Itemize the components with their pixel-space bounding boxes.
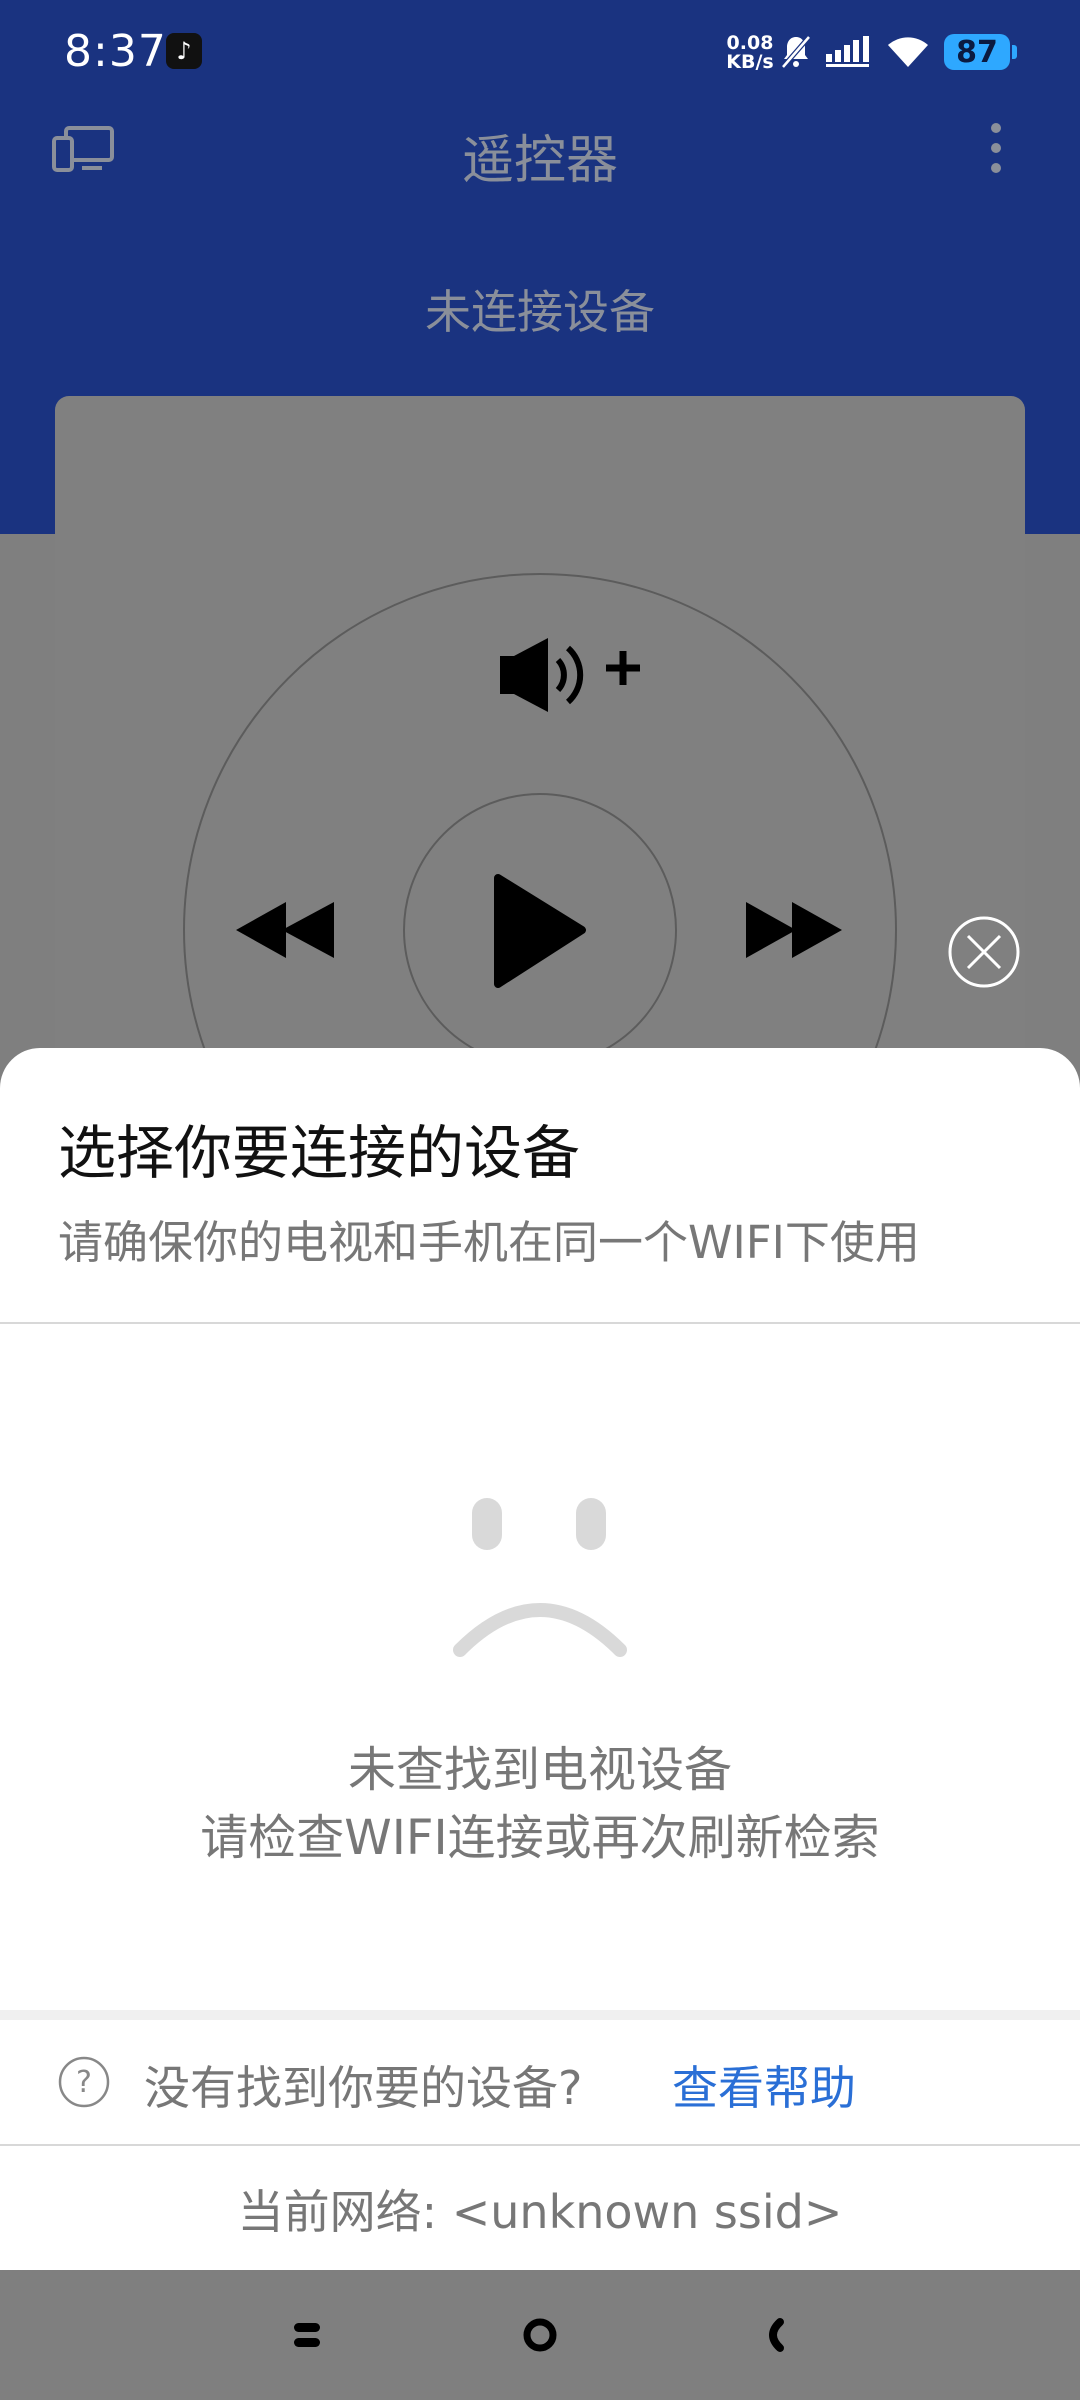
section-separator bbox=[0, 2010, 1080, 2020]
volume-up-icon[interactable] bbox=[500, 638, 640, 712]
close-icon[interactable] bbox=[946, 914, 1022, 990]
help-question: 没有找到你要的设备? bbox=[144, 2061, 583, 2115]
sheet-title: 选择你要连接的设备 bbox=[58, 1119, 581, 1187]
sad-face-icon bbox=[453, 1498, 627, 1657]
home-icon[interactable] bbox=[515, 2310, 565, 2360]
recent-apps-icon[interactable] bbox=[282, 2310, 332, 2360]
help-question-icon: ? bbox=[58, 2056, 110, 2108]
network-divider bbox=[0, 2144, 1080, 2146]
fast-forward-icon[interactable] bbox=[746, 902, 842, 958]
back-icon[interactable] bbox=[750, 2310, 800, 2360]
rewind-icon[interactable] bbox=[236, 902, 334, 958]
current-network: 当前网络: <unknown ssid> bbox=[237, 2185, 843, 2239]
sheet-divider bbox=[0, 1322, 1080, 1324]
view-help-link[interactable]: 查看帮助 bbox=[672, 2052, 856, 2118]
empty-state-title: 未查找到电视设备 bbox=[347, 1742, 732, 1798]
sheet-subtitle: 请确保你的电视和手机在同一个WIFI下使用 bbox=[58, 1216, 920, 1269]
remote-dial bbox=[183, 573, 897, 1100]
play-icon[interactable] bbox=[494, 874, 586, 988]
empty-state-hint: 请检查WIFI连接或再次刷新检索 bbox=[200, 1810, 880, 1866]
svg-text:?: ? bbox=[76, 2065, 92, 2100]
